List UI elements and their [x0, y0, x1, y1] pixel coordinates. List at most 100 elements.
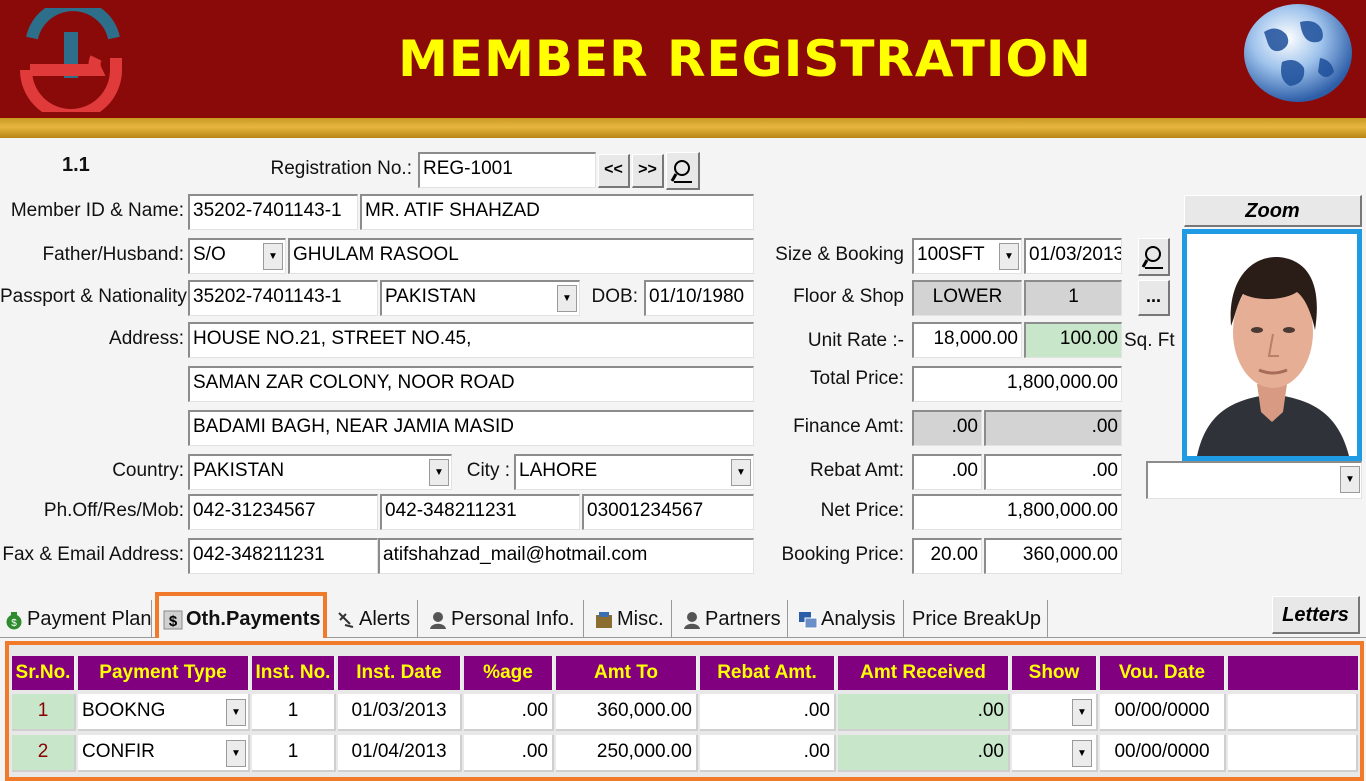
zoom-button[interactable]: Zoom: [1184, 195, 1362, 227]
member-name-field[interactable]: MR. ATIF SHAHZAD: [360, 194, 754, 230]
finance-pct-field[interactable]: .00: [912, 410, 982, 446]
cell-amt-to-receive[interactable]: 250,000.00: [556, 735, 698, 772]
cell-rebat-amt[interactable]: .00: [700, 694, 836, 731]
booking-amt-field[interactable]: 360,000.00: [984, 538, 1122, 574]
rebat-pct-field[interactable]: .00: [912, 454, 982, 490]
total-price-field[interactable]: 1,800,000.00: [912, 366, 1122, 402]
country-dropdown-button[interactable]: ▼: [429, 459, 449, 486]
phone-mobile-field[interactable]: 03001234567: [582, 494, 754, 530]
tab-alerts-label: Alerts: [359, 608, 411, 630]
floor-field[interactable]: LOWER: [912, 280, 1022, 316]
tab-price-breakup[interactable]: Price BreakUp: [908, 600, 1048, 638]
rebat-amt-field[interactable]: .00: [984, 454, 1122, 490]
cell-inst-date[interactable]: 01/04/2013: [338, 735, 462, 772]
city-dropdown-button[interactable]: ▼: [731, 459, 751, 486]
email-field[interactable]: atifshahzad_mail@hotmail.com: [378, 538, 754, 574]
cell-extra[interactable]: [1228, 694, 1358, 731]
finance-amt-field[interactable]: .00: [984, 410, 1122, 446]
cell-amt-received[interactable]: .00: [838, 694, 1010, 731]
next-record-button[interactable]: >>: [632, 154, 664, 188]
tab-misc[interactable]: Misc.: [590, 600, 672, 638]
col-header-inst-no[interactable]: Inst. No.: [252, 656, 336, 690]
size-dropdown-button[interactable]: ▼: [999, 243, 1019, 270]
search-icon: [1141, 246, 1163, 269]
cell-amt-to-receive[interactable]: 360,000.00: [556, 694, 698, 731]
col-header-extra: [1228, 656, 1358, 690]
country-select[interactable]: PAKISTAN: [188, 454, 452, 490]
svg-text:$: $: [169, 613, 178, 630]
fax-field[interactable]: 042-348211231: [188, 538, 378, 574]
booking-date-field[interactable]: 01/03/2013: [1024, 238, 1122, 274]
photo-dropdown-button[interactable]: ▼: [1340, 466, 1360, 493]
unit-rate-field[interactable]: 18,000.00: [912, 322, 1022, 358]
registration-no-field[interactable]: REG-1001: [418, 152, 596, 188]
partners-icon: [684, 611, 700, 629]
nationality-select[interactable]: PAKISTAN: [380, 280, 580, 316]
cell-vou-date[interactable]: 00/00/0000: [1100, 735, 1226, 772]
tab-analysis[interactable]: Analysis: [794, 600, 904, 638]
cell-pct[interactable]: .00: [464, 735, 554, 772]
show-dropdown-button[interactable]: ▼: [1072, 699, 1092, 726]
tab-partners[interactable]: Partners: [678, 600, 788, 638]
area-field[interactable]: 100.00: [1024, 322, 1122, 358]
globe-icon: [1244, 4, 1352, 102]
cell-inst-no[interactable]: 1: [252, 735, 336, 772]
payment-type-dropdown-button[interactable]: ▼: [226, 699, 246, 726]
col-header-amt-to-receive[interactable]: Amt To Receive: [556, 656, 698, 717]
member-id-field[interactable]: 35202-7401143-1: [188, 194, 358, 230]
tab-oth-payments[interactable]: $ Oth.Payments: [155, 592, 327, 638]
tab-misc-label: Misc.: [617, 608, 664, 630]
col-header-vou-date[interactable]: Vou. Date: [1100, 656, 1226, 690]
address-line2-field[interactable]: SAMAN ZAR COLONY, NOOR ROAD: [188, 366, 754, 402]
address-line3-field[interactable]: BADAMI BAGH, NEAR JAMIA MASID: [188, 410, 754, 446]
prev-record-button[interactable]: <<: [598, 154, 630, 188]
booking-pct-field[interactable]: 20.00: [912, 538, 982, 574]
col-header-sr-no[interactable]: Sr.No.: [12, 656, 76, 690]
shop-field[interactable]: 1: [1024, 280, 1122, 316]
col-header-inst-date[interactable]: Inst. Date: [338, 656, 462, 690]
cell-pct[interactable]: .00: [464, 694, 554, 731]
cell-payment-type[interactable]: CONFIR: [78, 735, 250, 772]
col-header-pct[interactable]: %age: [464, 656, 554, 690]
money-bag-icon: $: [6, 611, 22, 630]
col-header-payment-type[interactable]: Payment Type: [78, 656, 250, 690]
tab-payment-plan[interactable]: $ Payment Plan: [0, 600, 152, 638]
tab-personal-info[interactable]: Personal Info.: [424, 600, 584, 638]
photo-select[interactable]: [1146, 461, 1362, 499]
city-select[interactable]: LAHORE: [514, 454, 754, 490]
col-header-amt-received[interactable]: Amt Received: [838, 656, 1010, 690]
passport-label: Passport & Nationality:: [0, 286, 193, 307]
more-options-button[interactable]: ...: [1138, 280, 1170, 316]
search-registration-button[interactable]: [666, 152, 700, 190]
cell-inst-date[interactable]: 01/03/2013: [338, 694, 462, 731]
cell-amt-received[interactable]: .00: [838, 735, 1010, 772]
cell-vou-date[interactable]: 00/00/0000: [1100, 694, 1226, 731]
floor-shop-label: Floor & Shop: [793, 286, 904, 307]
svg-text:$: $: [11, 618, 17, 629]
cell-rebat-amt[interactable]: .00: [700, 735, 836, 772]
size-search-button[interactable]: [1138, 238, 1170, 276]
address-label: Address:: [109, 328, 184, 349]
relation-dropdown-button[interactable]: ▼: [263, 243, 283, 270]
col-header-rebat-amt[interactable]: Rebat Amt.: [700, 656, 836, 690]
phone-res-field[interactable]: 042-348211231: [380, 494, 580, 530]
col-header-show[interactable]: Show: [1012, 656, 1098, 690]
letters-button[interactable]: Letters: [1272, 596, 1360, 634]
passport-field[interactable]: 35202-7401143-1: [188, 280, 378, 316]
cell-extra[interactable]: [1228, 735, 1358, 772]
show-dropdown-button[interactable]: ▼: [1072, 740, 1092, 767]
net-price-field[interactable]: 1,800,000.00: [912, 494, 1122, 530]
payment-type-dropdown-button[interactable]: ▼: [226, 740, 246, 767]
phone-office-field[interactable]: 042-31234567: [188, 494, 378, 530]
cell-inst-no[interactable]: 1: [252, 694, 336, 731]
record-index: 1.1: [62, 154, 90, 176]
tab-alerts[interactable]: Alerts: [332, 600, 418, 638]
father-name-field[interactable]: GHULAM RASOOL: [288, 238, 754, 274]
alert-icon: [338, 612, 354, 628]
dob-field[interactable]: 01/10/1980: [644, 280, 754, 316]
cell-payment-type[interactable]: BOOKNG: [78, 694, 250, 731]
member-photo[interactable]: [1182, 229, 1362, 461]
address-line1-field[interactable]: HOUSE NO.21, STREET NO.45,: [188, 322, 754, 358]
rebat-amt-label: Rebat Amt:: [810, 460, 904, 481]
nationality-dropdown-button[interactable]: ▼: [557, 285, 577, 312]
